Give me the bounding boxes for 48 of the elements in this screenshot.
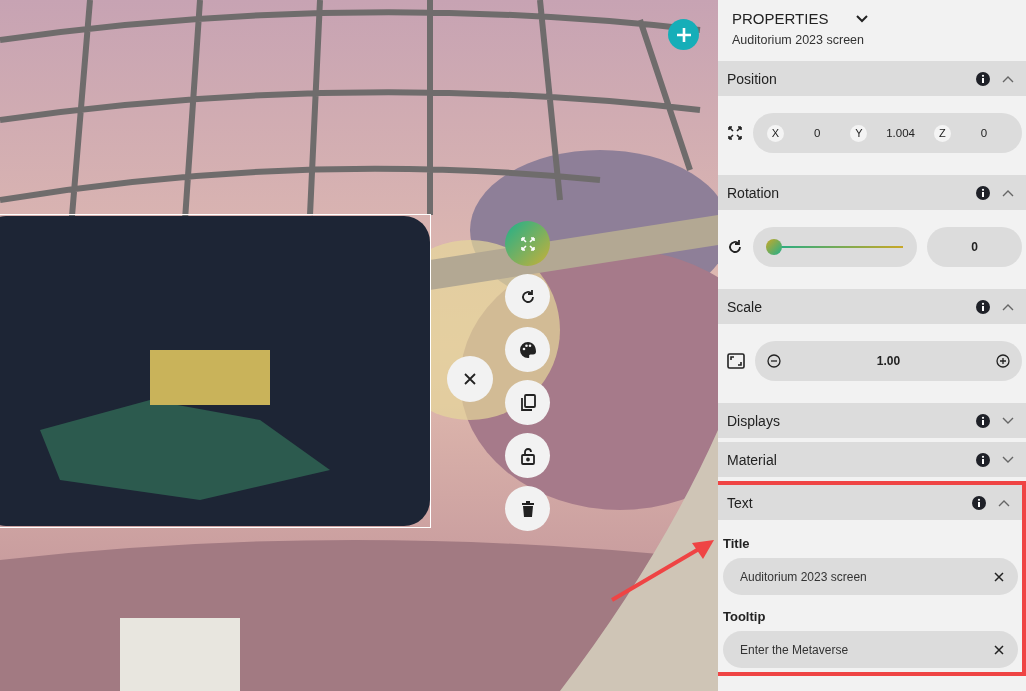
section-header[interactable]: Position (718, 61, 1026, 96)
section-header[interactable]: Rotation (718, 175, 1026, 210)
chevron-up-icon[interactable] (1002, 302, 1014, 311)
section-header[interactable]: Displays (718, 403, 1026, 438)
rotate-icon (727, 239, 743, 255)
chevron-down-icon[interactable] (856, 14, 869, 23)
info-icon[interactable] (972, 495, 986, 510)
expand-icon (519, 235, 536, 252)
clear-icon[interactable] (994, 571, 1004, 582)
aspect-ratio-icon (727, 353, 745, 369)
rotation-value[interactable]: 0 (927, 227, 1022, 267)
rotation-slider[interactable] (753, 227, 917, 267)
panel-subtitle: Auditorium 2023 screen (732, 33, 866, 47)
palette-icon (518, 340, 537, 359)
chevron-up-icon[interactable] (998, 498, 1010, 507)
axis-value: 0 (813, 127, 822, 139)
unlocked-padlock-icon (519, 446, 536, 465)
info-icon[interactable] (976, 413, 990, 428)
field-label: Title (723, 536, 751, 551)
close-icon (464, 373, 476, 385)
position-field[interactable]: X 0 Y 1.004 Z 0 (753, 113, 1022, 153)
minus-icon[interactable] (767, 354, 781, 368)
input-field[interactable]: Auditorium 2023 screen (723, 558, 1018, 595)
copy-icon (519, 393, 536, 412)
axis-value: 0 (979, 127, 989, 139)
info-icon[interactable] (976, 185, 990, 200)
section-header[interactable]: Scale (718, 289, 1026, 324)
panel-title: PROPERTIES (732, 10, 829, 27)
section-header[interactable]: Material (718, 442, 1026, 477)
axis-label: Z (933, 124, 951, 142)
axis-label: X (767, 124, 784, 142)
info-icon[interactable] (976, 71, 990, 86)
plus-icon (675, 26, 692, 43)
chevron-up-icon[interactable] (1002, 74, 1014, 83)
scale-field[interactable]: 1.00 (755, 341, 1022, 381)
axis-label: Y (850, 124, 868, 142)
axis-value: 1.004 (885, 127, 916, 139)
field-label: Tooltip (723, 609, 767, 624)
rotate-icon (519, 288, 536, 305)
section-header[interactable]: Text (718, 485, 1022, 520)
input-field[interactable]: Enter the Metaverse (723, 631, 1018, 668)
plus-icon[interactable] (996, 354, 1010, 368)
clear-icon[interactable] (994, 644, 1004, 655)
info-icon[interactable] (976, 299, 990, 314)
chevron-up-icon[interactable] (1002, 188, 1014, 197)
trash-icon (520, 500, 535, 517)
info-icon[interactable] (976, 452, 990, 467)
expand-icon (727, 125, 743, 141)
